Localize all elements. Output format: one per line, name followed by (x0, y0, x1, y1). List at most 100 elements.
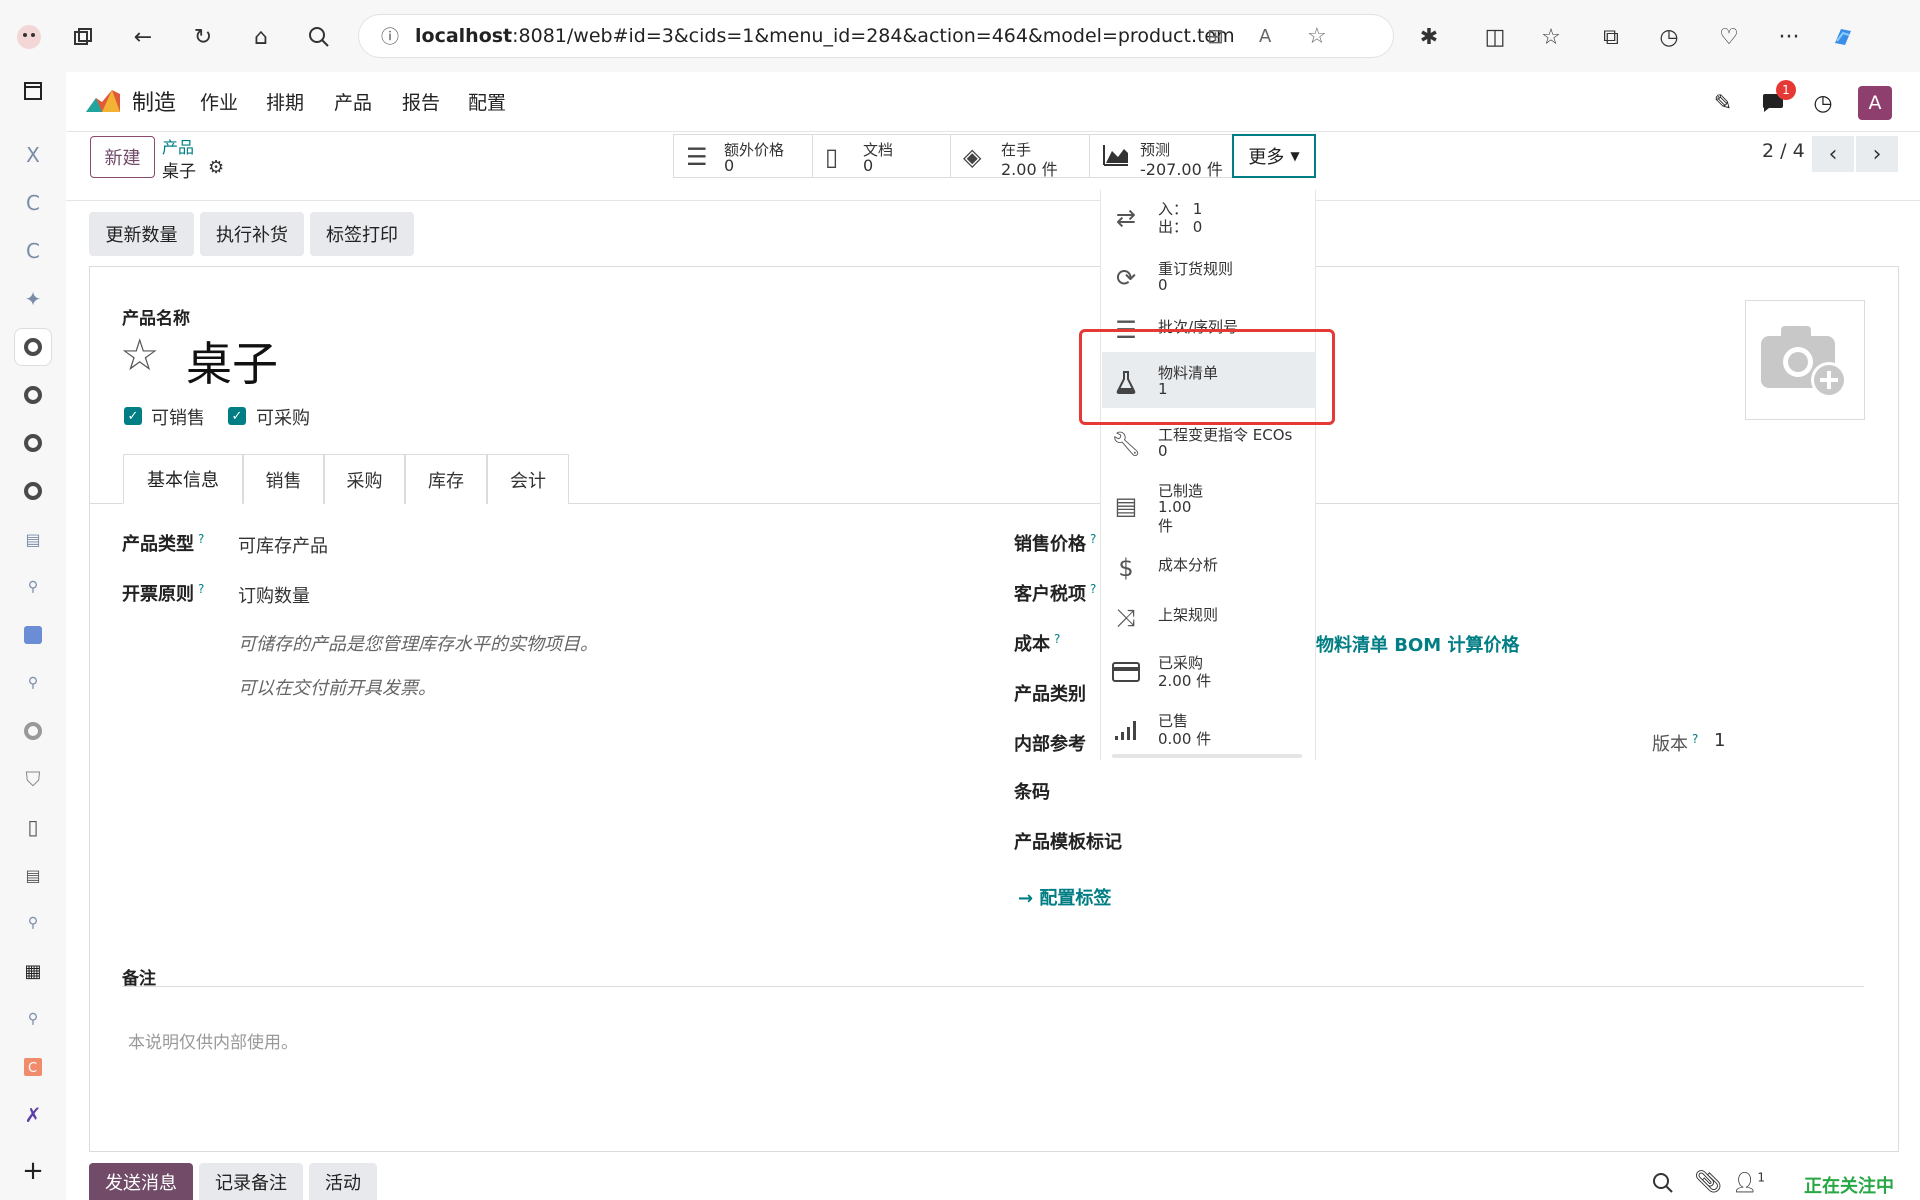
workspaces-icon[interactable] (68, 22, 98, 52)
print-labels-button[interactable]: 标签打印 (310, 212, 414, 256)
favorites-icon[interactable]: ☆ (1536, 22, 1566, 52)
manufacturing-logo-icon[interactable] (84, 82, 122, 120)
sparkle-tab-icon[interactable]: ✦ (14, 280, 52, 318)
copilot-icon[interactable] (1828, 22, 1858, 52)
compute-price-from-bom-link[interactable]: 从物料清单 BOM 计算价格 (1298, 631, 1519, 657)
can-sell-checkbox[interactable]: ✓ (124, 407, 142, 425)
product-type-value[interactable]: 可库存产品 (238, 532, 328, 558)
can-purchase-checkbox[interactable]: ✓ (228, 407, 246, 425)
notes-field[interactable]: 本说明仅供内部使用。 (128, 1028, 298, 1053)
following-button[interactable]: 正在关注中 (1804, 1172, 1894, 1198)
search-tab-icon-3[interactable]: ⚲ (14, 904, 52, 942)
gear-icon[interactable]: ⚙ (208, 157, 224, 178)
dropdown-item-cost-analysis[interactable]: $ 成本分析 (1110, 554, 1310, 584)
dropdown-item-purchased[interactable]: 已采购 2.00 件 (1110, 650, 1310, 698)
search-tab-icon[interactable]: ⚲ (14, 568, 52, 606)
tab-sales[interactable]: 销售 (243, 454, 324, 504)
history-icon[interactable]: ◷ (1654, 22, 1684, 52)
more-options-icon[interactable]: ··· (1774, 22, 1804, 52)
ring-tab-icon-2[interactable] (14, 424, 52, 462)
dropdown-item-in-out[interactable]: ⇄ 入： 1 出： 0 (1110, 196, 1310, 244)
site-info-icon[interactable]: ⓘ (381, 23, 399, 49)
update-quantity-button[interactable]: 更新数量 (89, 212, 194, 256)
tab-actions-icon[interactable] (14, 72, 52, 110)
user-avatar[interactable]: A (1858, 86, 1892, 120)
edit-note-icon[interactable]: ✎ (1706, 86, 1740, 120)
ring-tab-icon-3[interactable] (14, 472, 52, 510)
active-tab-ring-icon[interactable] (14, 328, 52, 366)
pager-next-button[interactable]: › (1856, 136, 1898, 172)
followers-icon[interactable]: 👤︎1 (1732, 1170, 1765, 1194)
back-icon[interactable]: ← (128, 22, 158, 52)
home-icon[interactable]: ⌂ (246, 22, 276, 52)
smart-button-forecast[interactable]: 预测 -207.00 件 (1090, 135, 1232, 179)
activity-button[interactable]: 活动 (309, 1163, 377, 1200)
c-tab-icon-2[interactable]: C (14, 232, 52, 270)
send-message-button[interactable]: 发送消息 (89, 1163, 193, 1200)
ring-tab-icon[interactable] (14, 376, 52, 414)
nav-menu-reporting[interactable]: 报告 (402, 88, 440, 115)
orange-c-tab-icon[interactable]: C (14, 1048, 52, 1086)
breadcrumb-products-link[interactable]: 产品 (162, 134, 194, 158)
product-image-placeholder[interactable] (1745, 300, 1865, 420)
add-tab-icon[interactable]: + (14, 1152, 52, 1190)
new-button[interactable]: 新建 (90, 136, 155, 178)
app-brand[interactable]: 制造 (132, 85, 176, 117)
shield-tab-icon[interactable]: ⛉ (14, 760, 52, 798)
split-screen-icon[interactable]: ◫ (1480, 22, 1510, 52)
nav-menu-products[interactable]: 产品 (334, 88, 372, 115)
calendar-tab-icon[interactable]: ▤ (14, 520, 52, 558)
read-aloud-icon[interactable]: A (1259, 26, 1271, 47)
cost-label: 成本? (1014, 632, 1061, 655)
favorite-star-icon[interactable]: ☆ (120, 330, 159, 381)
dropdown-item-ecos[interactable]: 🔧︎ 工程变更指令 ECOs 0 (1110, 422, 1310, 470)
pager-previous-button[interactable]: ‹ (1812, 136, 1854, 172)
tab-accounting[interactable]: 会计 (487, 454, 569, 504)
smart-button-on-hand[interactable]: ◈ 在手 2.00 件 (951, 135, 1090, 179)
smart-button-documents[interactable]: ▯ 文档 0 (813, 135, 951, 177)
browser-essentials-icon[interactable]: ♡ (1714, 22, 1744, 52)
configure-tags-link[interactable]: → 配置标签 (1018, 884, 1111, 910)
collections-icon[interactable]: ⧉ (1596, 22, 1626, 52)
nav-menu-operations[interactable]: 作业 (200, 88, 238, 115)
calendar-tab-icon-2[interactable]: ▤ (14, 856, 52, 894)
app-available-icon[interactable]: ⊞ (1207, 24, 1224, 48)
page-tab-icon[interactable]: ▯ (14, 808, 52, 846)
profile-avatar-icon[interactable] (14, 22, 44, 52)
ring-tab-icon-4[interactable] (14, 712, 52, 750)
search-icon[interactable] (304, 22, 334, 52)
search-messages-icon[interactable] (1652, 1172, 1674, 1199)
extensions-icon[interactable]: ✱ (1414, 22, 1444, 52)
address-bar[interactable]: ⓘ localhost:8081/web#id=3&cids=1&menu_id… (358, 14, 1394, 58)
dropdown-item-reordering-rules[interactable]: ⟳ 重订货规则 0 (1110, 256, 1310, 304)
replenish-button[interactable]: 执行补货 (200, 212, 304, 256)
c-tab-icon[interactable]: C (14, 184, 52, 222)
smart-button-extra-prices[interactable]: ☰ 额外价格 0 (674, 135, 813, 177)
search-tab-icon-4[interactable]: ⚲ (14, 1000, 52, 1038)
search-tab-icon-2[interactable]: ⚲ (14, 664, 52, 702)
smart-buttons: ☰ 额外价格 0 ▯ 文档 0 ◈ 在手 2.00 件 预测 -207.00 件 (673, 134, 1233, 179)
calendar-tab-icon-3[interactable]: ▦ (14, 952, 52, 990)
more-dropdown-toggle[interactable]: 更多 ▼ (1232, 134, 1316, 178)
tab-general-info[interactable]: 基本信息 (123, 454, 243, 504)
nav-menu-configuration[interactable]: 配置 (468, 88, 506, 115)
x-tab-icon[interactable]: X (14, 136, 52, 174)
x-purple-tab-icon[interactable]: ✗ (14, 1096, 52, 1134)
reload-icon[interactable]: ↻ (188, 22, 218, 52)
tab-purchase[interactable]: 采购 (324, 454, 405, 504)
chat-bubble-icon[interactable]: 1 (1756, 80, 1796, 120)
blue-app-tab-icon[interactable] (14, 616, 52, 654)
dropdown-item-manufactured[interactable]: ▤ 已制造 1.00 件 (1110, 478, 1310, 538)
favorite-star-icon[interactable]: ☆ (1307, 24, 1327, 49)
dropdown-item-putaway-rules[interactable]: ⤨ 上架规则 (1110, 604, 1310, 634)
product-name-field[interactable]: 桌子 (186, 328, 278, 394)
pager-value[interactable]: 2 / 4 (1762, 140, 1805, 162)
activity-clock-icon[interactable]: ◷ (1806, 86, 1840, 120)
dropdown-item-sold[interactable]: 已售 0.00 件 (1110, 708, 1310, 756)
paperclip-icon[interactable]: 📎︎ (1694, 1170, 1722, 1195)
tab-inventory[interactable]: 库存 (405, 454, 487, 504)
version-value[interactable]: 1 (1714, 730, 1725, 751)
log-note-button[interactable]: 记录备注 (199, 1163, 303, 1200)
invoice-policy-value[interactable]: 订购数量 (238, 582, 310, 608)
nav-menu-planning[interactable]: 排期 (266, 88, 304, 115)
